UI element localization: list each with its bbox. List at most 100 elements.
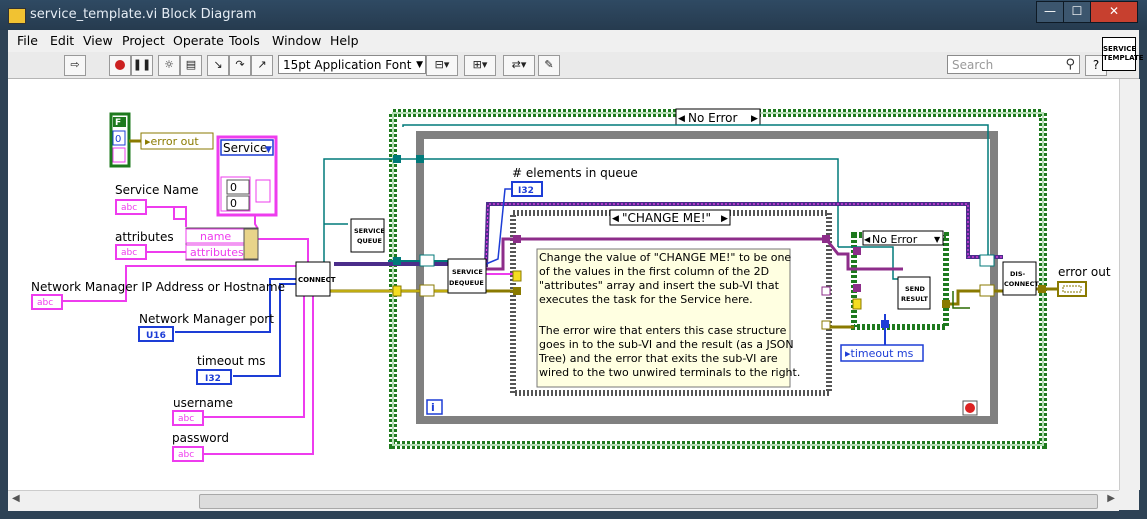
label-service-name: Service Name (115, 183, 199, 197)
tunnel-ref-outer (393, 155, 401, 163)
timeout-ms-label: ▸timeout ms (845, 347, 914, 360)
menu-window[interactable]: Window (272, 33, 321, 48)
pause-icon[interactable]: ❚❚ (131, 55, 153, 76)
subvi-disconnect[interactable] (1002, 261, 1037, 296)
label-password: password (172, 431, 229, 445)
send-case-label: No Error (872, 233, 918, 246)
code-constant-value: 0 (115, 134, 121, 145)
title-bar: service_template.vi Block Diagram — ☐ ✕ (0, 0, 1147, 30)
tunnel-string-in (513, 235, 521, 243)
shift-register-ref-left (419, 254, 435, 267)
step-out-icon[interactable]: ↗ (251, 55, 273, 76)
selector-right-arrow[interactable]: ▶ (751, 114, 758, 124)
subvi-send-result[interactable] (897, 276, 931, 310)
subvi-disconnect-l1: DIS- (1010, 270, 1025, 278)
retain-wire-values-icon[interactable]: ▤ (180, 55, 202, 76)
menu-bar: File Edit View Project Operate Tools Win… (8, 30, 1139, 52)
reorder-icon[interactable]: ⇄▾ (503, 55, 535, 76)
send-selector-left-arrow[interactable]: ◀ (864, 235, 871, 244)
menu-edit[interactable]: Edit (50, 33, 74, 48)
terminal-password-type: abc (178, 450, 194, 460)
window-title: service_template.vi Block Diagram (30, 7, 257, 22)
font-select-value: 15pt Application Font (283, 58, 412, 72)
terminal-username-type: abc (178, 414, 194, 424)
menu-project[interactable]: Project (122, 33, 165, 48)
shift-register-error-left (419, 284, 435, 297)
bundle-cluster-icon (243, 228, 259, 260)
source-constant (112, 147, 126, 163)
comment-line-6: The error wire that enters this case str… (538, 324, 787, 337)
scroll-right-icon[interactable]: ▶ (1107, 493, 1115, 504)
tunnel-error-in (513, 287, 521, 295)
comment-line-7: goes in to the sub-VI and the result (as… (539, 338, 794, 351)
search-input[interactable]: Search ⚲ (947, 55, 1080, 74)
vertical-scrollbar[interactable] (1119, 79, 1140, 490)
horizontal-scrollbar[interactable]: ◀ ▶ (8, 490, 1119, 511)
comment-line-4: executes the task for the Service here. (539, 293, 753, 306)
comment-line-8: Tree) and the error that exits the sub-V… (538, 352, 778, 365)
label-nm-ip: Network Manager IP Address or Hostname (31, 280, 285, 294)
vi-icon[interactable]: SERVICE TEMPLATE (1102, 37, 1144, 71)
terminal-elements-type: I32 (518, 186, 534, 196)
close-button[interactable]: ✕ (1090, 1, 1138, 23)
highlight-execution-icon[interactable]: ☼ (158, 55, 180, 76)
inner-selector-left-arrow[interactable]: ◀ (612, 214, 619, 224)
selector-left-arrow[interactable]: ◀ (678, 114, 685, 124)
terminal-error-out-right[interactable] (1057, 281, 1087, 297)
send-selector-right-arrow[interactable]: ▼ (934, 235, 941, 244)
align-icon[interactable]: ⊟▾ (426, 55, 458, 76)
menu-file[interactable]: File (17, 33, 38, 48)
terminal-attributes-type: abc (121, 248, 137, 258)
menu-tools[interactable]: Tools (229, 33, 260, 48)
bundle-name-label: name (200, 230, 231, 243)
minimize-button[interactable]: — (1036, 1, 1064, 23)
menu-view[interactable]: View (83, 33, 113, 48)
label-username: username (173, 396, 233, 410)
label-nm-port: Network Manager port (139, 312, 274, 326)
vi-icon-line1: SERVICE (1103, 45, 1137, 53)
error-out-top-text: error out (151, 135, 200, 148)
tunnel-result-out (821, 286, 831, 296)
step-into-icon[interactable]: ↘ (207, 55, 229, 76)
subvi-service-dequeue[interactable] (447, 258, 487, 294)
menu-help[interactable]: Help (330, 33, 359, 48)
inner-case-selector-terminal (512, 270, 522, 282)
block-diagram-canvas[interactable]: ◀ ▶ No Error i ◀ ▶ "CHANGE ME!" Change t… (8, 79, 1119, 490)
subvi-service-dequeue-l2: DEQUEUE (449, 279, 484, 287)
labview-app-icon (8, 8, 26, 24)
label-timeout: timeout ms (197, 354, 266, 368)
run-arrow-icon[interactable]: ⇨ (64, 55, 86, 76)
tunnel-ref-dq-outer (393, 257, 401, 265)
subvi-service-queue-l2: QUEUE (357, 237, 382, 245)
abort-icon[interactable] (109, 55, 131, 76)
label-elements-in-queue: # elements in queue (512, 166, 638, 180)
terminal-nm-port-type: U16 (146, 331, 166, 341)
chevron-down-icon: ▼ (416, 60, 423, 70)
terminal-service-name-type: abc (121, 203, 137, 213)
step-over-icon[interactable]: ↷ (229, 55, 251, 76)
inner-case-label: "CHANGE ME!" (622, 211, 711, 225)
cleanup-icon[interactable]: ✎ (538, 55, 560, 76)
distribute-icon[interactable]: ⊞▾ (464, 55, 496, 76)
stop-icon (965, 403, 975, 413)
menu-operate[interactable]: Operate (173, 33, 224, 48)
service-ring-label: Service (223, 141, 267, 155)
service-v2: 0 (230, 197, 237, 210)
tunnel-send-json (853, 284, 861, 292)
inner-selector-right-arrow[interactable]: ▶ (721, 214, 728, 224)
case-selector-error-terminal (392, 285, 402, 297)
diagram-svg: ◀ ▶ No Error i ◀ ▶ "CHANGE ME!" Change t… (31, 108, 1111, 462)
service-ring-arrow: ▼ (265, 145, 272, 155)
scroll-thumb[interactable] (199, 494, 1098, 509)
search-icon: ⚲ (1065, 57, 1075, 72)
tunnel-string-out (822, 235, 830, 243)
tunnel-error-final (1038, 285, 1046, 293)
scroll-left-icon[interactable]: ◀ (12, 493, 20, 504)
shift-register-ref-right (979, 254, 995, 267)
loop-index-label: i (431, 401, 435, 414)
maximize-button[interactable]: ☐ (1063, 1, 1091, 23)
font-select[interactable]: 15pt Application Font ▼ (278, 55, 426, 74)
subvi-service-queue[interactable] (350, 218, 385, 253)
terminal-nm-ip-type: abc (37, 298, 53, 308)
error-out-top-label: ▸error out (145, 135, 199, 148)
